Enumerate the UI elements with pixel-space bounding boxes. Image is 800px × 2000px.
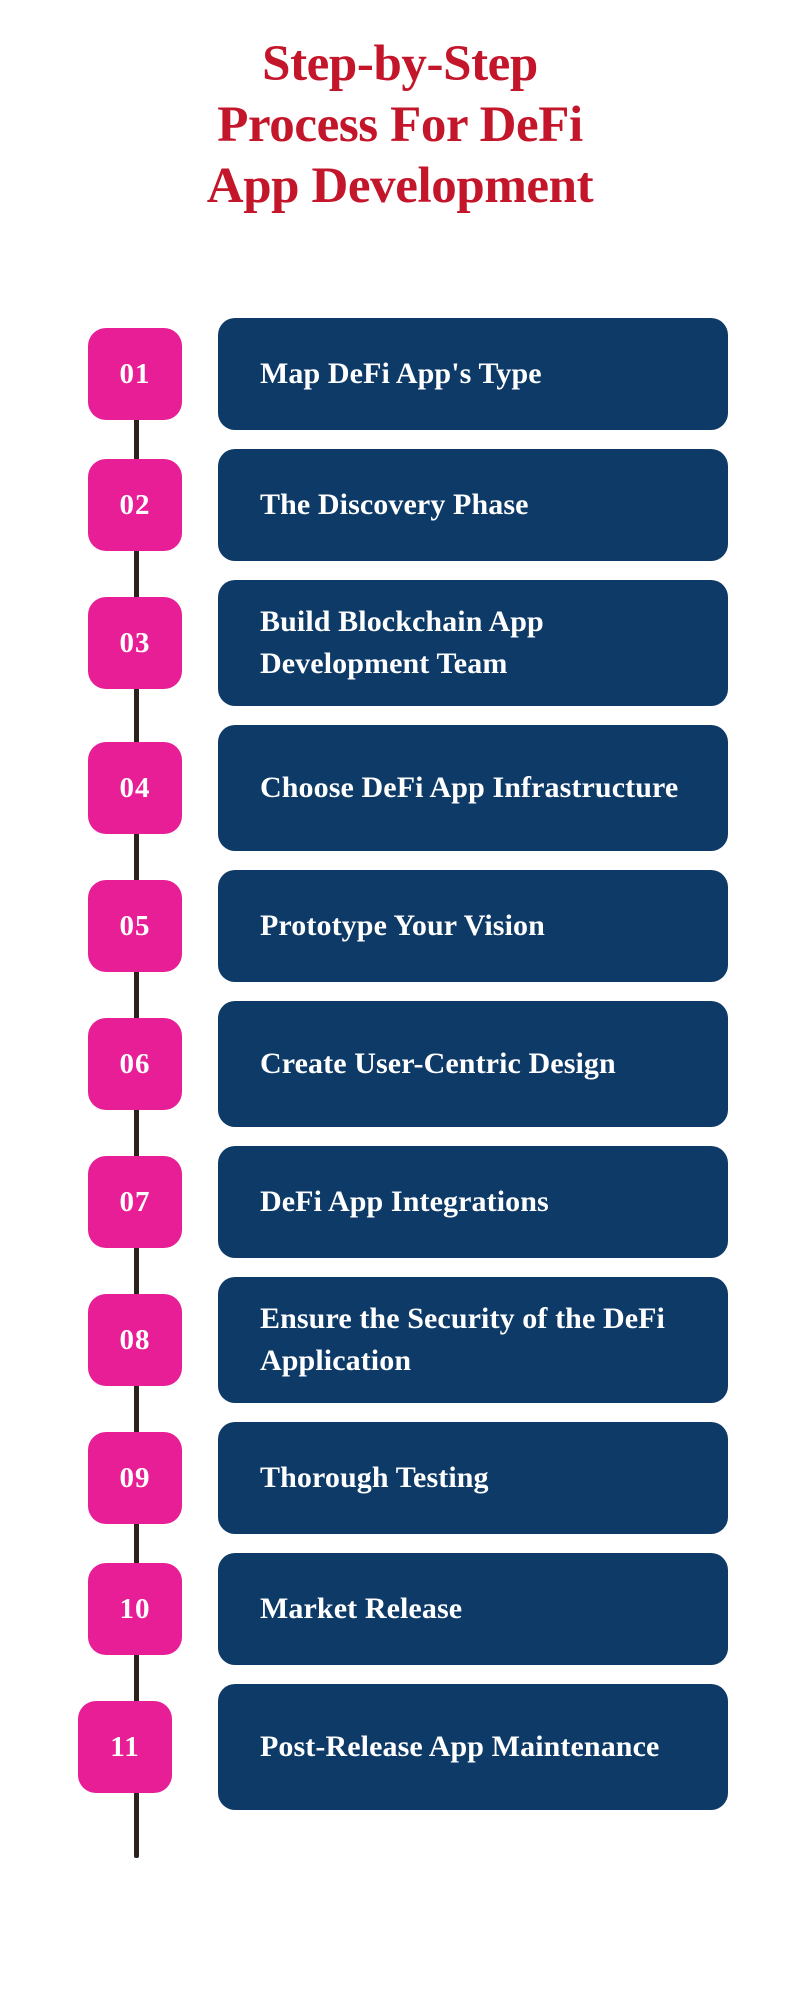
step-number-label: 08	[119, 1323, 151, 1356]
step-card-04[interactable]: Choose DeFi App Infrastructure	[218, 725, 728, 851]
step-number-label: 07	[119, 1185, 151, 1218]
step-row[interactable]: 02 The Discovery Phase	[0, 449, 800, 561]
step-card-label: Choose DeFi App Infrastructure	[260, 771, 679, 804]
title-line-2: Process For DeFi	[217, 97, 583, 153]
step-card-label: Market Release	[260, 1592, 463, 1625]
infographic-root: Step-by-Step Process For DeFi App Develo…	[0, 0, 800, 2000]
step-row[interactable]: 07 DeFi App Integrations	[0, 1146, 800, 1258]
step-number-label: 09	[119, 1461, 151, 1494]
step-card-10[interactable]: Market Release	[218, 1553, 728, 1665]
step-card-01[interactable]: Map DeFi App's Type	[218, 318, 728, 430]
step-badge-04[interactable]: 04	[88, 742, 182, 834]
step-row[interactable]: 04 Choose DeFi App Infrastructure	[0, 725, 800, 851]
step-badge-09[interactable]: 09	[88, 1432, 182, 1524]
step-card-label: The Discovery Phase	[260, 488, 529, 521]
step-number-label: 11	[110, 1730, 140, 1763]
step-card-label: Post-Release App Maintenance	[260, 1730, 660, 1763]
step-number-label: 04	[119, 771, 151, 804]
step-card-06[interactable]: Create User-Centric Design	[218, 1001, 728, 1127]
step-card-label: DeFi App Integrations	[260, 1185, 549, 1218]
step-card-08[interactable]: Ensure the Security of the DeFi Applicat…	[218, 1277, 728, 1403]
step-badge-07[interactable]: 07	[88, 1156, 182, 1248]
step-card-11[interactable]: Post-Release App Maintenance	[218, 1684, 728, 1810]
step-card-03[interactable]: Build Blockchain App Development Team	[218, 580, 728, 706]
step-row[interactable]: 06 Create User-Centric Design	[0, 1001, 800, 1127]
step-number-label: 01	[119, 357, 151, 390]
step-row[interactable]: 08 Ensure the Security of the DeFi Appli…	[0, 1277, 800, 1403]
step-row[interactable]: 11 Post-Release App Maintenance	[0, 1684, 800, 1810]
step-list: 01 Map DeFi App's Type 02 The Discovery …	[0, 318, 800, 1829]
title-line-1: Step-by-Step	[262, 36, 538, 92]
step-card-07[interactable]: DeFi App Integrations	[218, 1146, 728, 1258]
step-number-label: 03	[119, 626, 151, 659]
step-row[interactable]: 09 Thorough Testing	[0, 1422, 800, 1534]
step-badge-05[interactable]: 05	[88, 880, 182, 972]
step-card-label: Ensure the Security of the DeFi Applicat…	[260, 1302, 665, 1377]
step-number-label: 02	[119, 488, 151, 521]
step-badge-06[interactable]: 06	[88, 1018, 182, 1110]
step-card-label: Prototype Your Vision	[260, 909, 545, 942]
step-row[interactable]: 05 Prototype Your Vision	[0, 870, 800, 982]
step-row[interactable]: 03 Build Blockchain App Development Team	[0, 580, 800, 706]
step-card-09[interactable]: Thorough Testing	[218, 1422, 728, 1534]
step-row[interactable]: 10 Market Release	[0, 1553, 800, 1665]
step-row[interactable]: 01 Map DeFi App's Type	[0, 318, 800, 430]
step-number-label: 10	[119, 1592, 151, 1625]
step-card-label: Create User-Centric Design	[260, 1047, 616, 1080]
step-card-02[interactable]: The Discovery Phase	[218, 449, 728, 561]
title-line-3: App Development	[206, 158, 594, 214]
step-card-label: Thorough Testing	[260, 1461, 489, 1494]
step-number-label: 05	[119, 909, 151, 942]
step-card-label: Build Blockchain App Development Team	[260, 605, 544, 680]
step-badge-01[interactable]: 01	[88, 328, 182, 420]
step-badge-11[interactable]: 11	[78, 1701, 172, 1793]
page-title: Step-by-Step Process For DeFi App Develo…	[0, 34, 800, 217]
step-card-05[interactable]: Prototype Your Vision	[218, 870, 728, 982]
step-number-label: 06	[119, 1047, 151, 1080]
step-card-label: Map DeFi App's Type	[260, 357, 542, 390]
step-badge-03[interactable]: 03	[88, 597, 182, 689]
step-badge-02[interactable]: 02	[88, 459, 182, 551]
step-badge-08[interactable]: 08	[88, 1294, 182, 1386]
step-badge-10[interactable]: 10	[88, 1563, 182, 1655]
